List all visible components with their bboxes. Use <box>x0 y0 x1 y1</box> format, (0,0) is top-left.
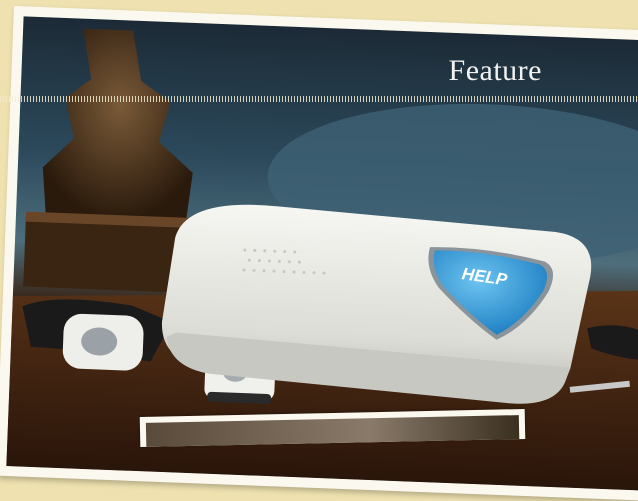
section-title: Feature <box>448 54 542 87</box>
dotted-divider <box>0 96 638 102</box>
wrist-pendant <box>62 313 144 371</box>
